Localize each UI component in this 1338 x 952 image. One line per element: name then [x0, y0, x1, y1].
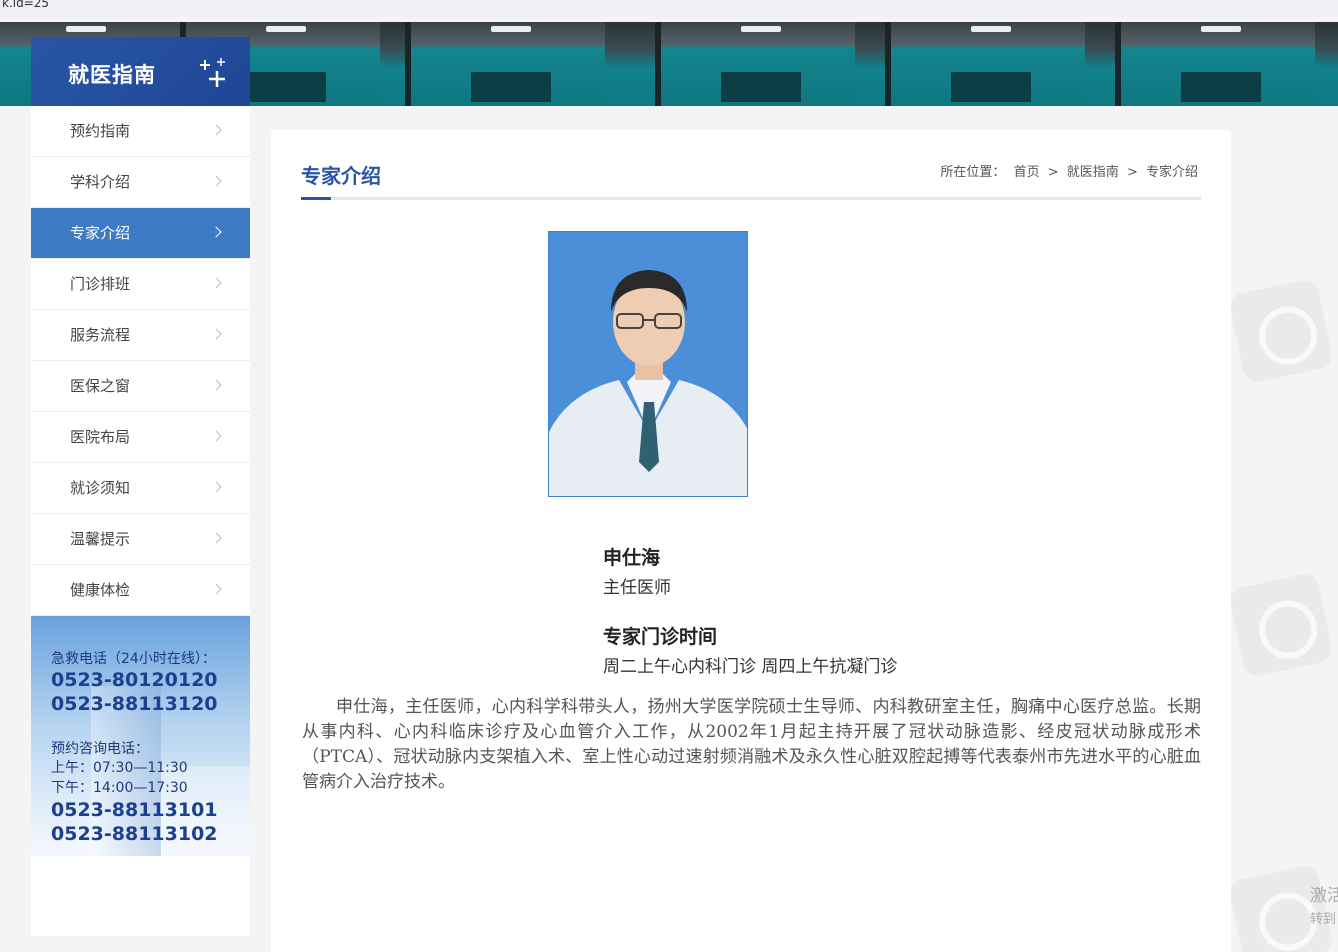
sidebar-item-label: 就诊须知 [70, 479, 131, 497]
chevron-right-icon [210, 532, 222, 544]
title-divider [301, 197, 1201, 200]
url-text: k.id=25 [2, 0, 50, 10]
browser-url-strip: k.id=25 [0, 0, 1338, 17]
schedule-heading: 专家门诊时间 [603, 626, 718, 648]
chevron-right-icon [210, 277, 222, 289]
emergency-phone: 0523-80120120 [51, 669, 218, 691]
sidebar-item-departments[interactable]: 学科介绍 [31, 157, 250, 208]
breadcrumb: 所在位置： 首页 > 就医指南 > 专家介绍 [938, 161, 1200, 180]
doctor-name: 申仕海 [603, 547, 661, 569]
sidebar-item-label: 预约指南 [70, 122, 131, 140]
page-title: 专家介绍 [301, 164, 381, 188]
sidebar-item-label: 医保之窗 [70, 377, 131, 395]
chevron-right-icon [210, 226, 222, 238]
chevron-right-icon [210, 124, 222, 136]
activate-windows-text: 激活 [1310, 886, 1338, 906]
schedule-text: 周二上午心内科门诊 周四上午抗凝门诊 [603, 657, 898, 677]
banner-cabinet [1115, 22, 1315, 106]
sidebar-item-service-flow[interactable]: 服务流程 [31, 310, 250, 361]
plus-cross-icon [200, 58, 225, 87]
watermark-logo-icon [1227, 277, 1335, 385]
chevron-right-icon [210, 583, 222, 595]
doctor-bio: 申仕海，主任医师，心内科学科带头人，扬州大学医学院硕士生导师、内科教研室主任，胸… [302, 697, 1201, 792]
banner-cabinet [885, 22, 1085, 106]
emergency-phone: 0523-88113120 [51, 693, 218, 715]
sidebar-item-visit-notes[interactable]: 就诊须知 [31, 463, 250, 514]
doctor-portrait-icon [549, 232, 747, 496]
sidebar-item-tips[interactable]: 温馨提示 [31, 514, 250, 565]
chevron-right-icon [210, 175, 222, 187]
sidebar-item-insurance[interactable]: 医保之窗 [31, 361, 250, 412]
main-content: 专家介绍 所在位置： 首页 > 就医指南 > 专家介绍 申仕海 主任医师 专家门… [271, 130, 1231, 952]
sidebar-item-label: 温馨提示 [70, 530, 131, 548]
sidebar-item-booking-guide[interactable]: 预约指南 [31, 106, 250, 157]
sidebar-menu: 预约指南 学科介绍 专家介绍 门诊排班 服务流程 医保之窗 医院布局 就诊须知 … [31, 106, 250, 616]
activate-windows-subtext: 转到 [1310, 912, 1337, 927]
breadcrumb-separator: > [1047, 165, 1059, 180]
chevron-right-icon [210, 379, 222, 391]
breadcrumb-prefix: 所在位置： [940, 165, 1006, 180]
sidebar-item-label: 学科介绍 [70, 173, 131, 191]
sidebar-item-experts[interactable]: 专家介绍 [31, 208, 250, 259]
sidebar-item-schedule[interactable]: 门诊排班 [31, 259, 250, 310]
sidebar-title: 就医指南 [68, 63, 156, 87]
sidebar-item-label: 服务流程 [70, 326, 131, 344]
sidebar-item-label: 医院布局 [70, 428, 131, 446]
booking-phone: 0523-88113102 [51, 823, 218, 845]
sidebar: 就医指南 预约指南 学科介绍 专家介绍 门诊排班 服务流程 医保之窗 医院布局 … [31, 37, 250, 936]
watermark-logo-icon [1227, 571, 1335, 679]
breadcrumb-link-home[interactable]: 首页 [1014, 165, 1040, 180]
chevron-right-icon [210, 430, 222, 442]
sidebar-item-label: 门诊排班 [70, 275, 131, 293]
chevron-right-icon [210, 481, 222, 493]
contact-panel: 急救电话（24小时在线）： 0523-80120120 0523-8811312… [31, 616, 250, 856]
banner-cabinet [655, 22, 855, 106]
sidebar-item-label: 健康体检 [70, 581, 131, 599]
morning-hours: 上午：07:30—11:30 [51, 760, 188, 776]
afternoon-hours: 下午：14:00—17:30 [51, 780, 188, 796]
breadcrumb-separator: > [1126, 165, 1138, 180]
doctor-photo [548, 231, 748, 497]
sidebar-item-hospital-layout[interactable]: 医院布局 [31, 412, 250, 463]
doctor-title: 主任医师 [603, 578, 671, 598]
title-divider-accent [301, 197, 331, 200]
sidebar-item-health-check[interactable]: 健康体检 [31, 565, 250, 616]
breadcrumb-link-experts[interactable]: 专家介绍 [1146, 165, 1198, 180]
chevron-right-icon [210, 328, 222, 340]
breadcrumb-link-guide[interactable]: 就医指南 [1067, 165, 1119, 180]
sidebar-header: 就医指南 [31, 37, 250, 106]
emergency-label: 急救电话（24小时在线）： [51, 651, 216, 667]
booking-label: 预约咨询电话： [51, 741, 149, 757]
banner-cabinet [405, 22, 605, 106]
sidebar-item-label: 专家介绍 [70, 224, 131, 242]
booking-phone: 0523-88113101 [51, 799, 218, 821]
